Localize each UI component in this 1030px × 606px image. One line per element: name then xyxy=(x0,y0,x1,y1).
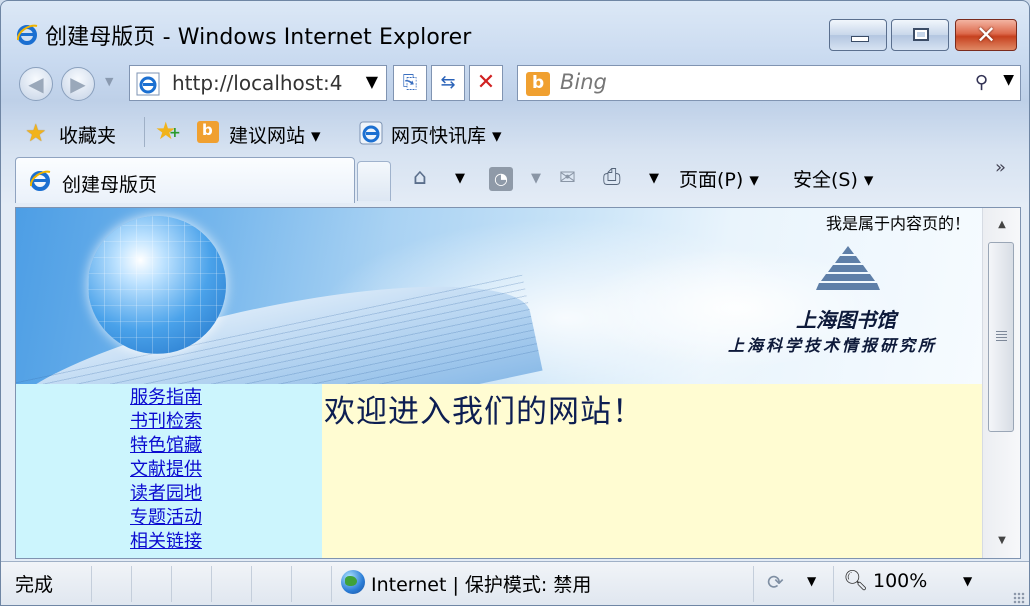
window-title: 创建母版页 - Windows Internet Explorer xyxy=(45,25,472,50)
accelerator-icon[interactable]: ⟳ xyxy=(767,570,784,594)
web-slice-gallery-button[interactable]: 网页快讯库 ▾ xyxy=(391,121,502,148)
nav-list-item: 特色馆藏 xyxy=(130,434,202,458)
search-options-dropdown[interactable]: ▼ xyxy=(1003,72,1014,88)
maximize-button[interactable] xyxy=(891,19,949,51)
print-dropdown[interactable]: ▼ xyxy=(649,171,659,186)
favorites-button[interactable]: 收藏夹 xyxy=(59,121,116,148)
globe-icon xyxy=(341,570,365,594)
header-banner: 我是属于内容页的！ 上海图书馆 上海科学技术情报研究所 xyxy=(16,208,982,384)
suggested-sites-button[interactable]: 建议网站 ▾ xyxy=(229,121,321,148)
home-icon[interactable]: ⌂ xyxy=(413,165,427,190)
nav-link[interactable]: 专题活动 xyxy=(130,506,202,530)
minimize-icon xyxy=(851,36,869,42)
address-dropdown-icon[interactable]: ▼ xyxy=(366,72,378,91)
library-logo-icon xyxy=(816,246,880,290)
accelerator-dropdown[interactable]: ▼ xyxy=(807,574,816,588)
search-box[interactable]: Bing ⚲ ▼ xyxy=(517,65,1021,101)
refresh-button[interactable]: ⇆ xyxy=(431,65,465,101)
institute-name: 上海科学技术情报研究所 xyxy=(728,336,938,355)
rss-icon[interactable]: ◔ xyxy=(489,167,513,191)
nav-list-item: 书刊检索 xyxy=(130,410,202,434)
search-input[interactable]: Bing xyxy=(560,70,607,94)
new-tab-button[interactable] xyxy=(357,161,391,201)
tab-active[interactable]: 创建母版页 xyxy=(15,157,355,203)
recent-pages-dropdown[interactable]: ▼ xyxy=(105,75,113,88)
address-url[interactable]: http://localhost:4 xyxy=(172,71,352,95)
title-bar: 创建母版页 - Windows Internet Explorer ✕ xyxy=(1,1,1029,65)
nav-list-item: 专题活动 xyxy=(130,506,202,530)
nav-list-item: 读者园地 xyxy=(130,482,202,506)
site-nav-list: 服务指南 书刊检索 特色馆藏 文献提供 读者园地 专题活动 相关链接 xyxy=(130,386,202,554)
status-text: 完成 xyxy=(15,574,54,596)
scroll-grip-icon xyxy=(996,331,1007,341)
stop-button[interactable]: ✕ xyxy=(469,65,503,101)
mail-icon[interactable]: ✉ xyxy=(559,165,576,189)
left-sidebar: 服务指南 书刊检索 特色馆藏 文献提供 读者园地 专题活动 相关链接 xyxy=(16,384,322,558)
add-to-favorites-icon[interactable]: ★ xyxy=(155,117,180,145)
printer-icon[interactable]: ⎙ xyxy=(603,165,621,190)
status-bar: 完成 Internet | 保护模式: 禁用 ⟳ ▼ 🔍︎ 100% ▼ xyxy=(1,561,1029,605)
vertical-scrollbar[interactable]: ▲ ▼ xyxy=(982,208,1020,558)
address-bar[interactable]: http://localhost:4 ▼ xyxy=(129,65,387,101)
content-page-note: 我是属于内容页的！ xyxy=(825,214,970,233)
favorites-separator xyxy=(144,117,145,147)
ie-logo-icon xyxy=(16,24,38,45)
nav-link[interactable]: 特色馆藏 xyxy=(130,434,202,458)
compatibility-view-button[interactable]: ⎘ xyxy=(393,65,427,101)
browser-window: 创建母版页 - Windows Internet Explorer ✕ ◀ ▶ … xyxy=(0,0,1030,606)
nav-link[interactable]: 相关链接 xyxy=(130,530,202,554)
back-arrow-icon: ◀ xyxy=(28,72,44,96)
search-icon[interactable]: ⚲ xyxy=(975,72,988,93)
safety-menu-button[interactable]: 安全(S) ▾ xyxy=(793,165,873,192)
bing-icon xyxy=(526,72,550,96)
nav-list-item: 文献提供 xyxy=(130,458,202,482)
home-dropdown[interactable]: ▼ xyxy=(455,171,465,186)
main-content: 欢迎进入我们的网站！ xyxy=(322,384,982,558)
ie-logo-icon xyxy=(359,121,383,145)
chevron-more-icon[interactable]: » xyxy=(995,157,1006,178)
suggested-sites-icon xyxy=(197,121,219,143)
resize-grip-icon[interactable] xyxy=(1013,592,1025,604)
zoom-dropdown[interactable]: ▼ xyxy=(963,574,972,588)
nav-list-item: 服务指南 xyxy=(130,386,202,410)
tab-label: 创建母版页 xyxy=(62,174,158,196)
scroll-up-icon[interactable]: ▲ xyxy=(983,212,1020,238)
scroll-down-icon[interactable]: ▼ xyxy=(983,528,1020,554)
maximize-icon xyxy=(913,28,929,41)
ie-logo-icon xyxy=(29,170,51,191)
feeds-dropdown[interactable]: ▼ xyxy=(531,171,541,186)
favorites-bar: ★ 收藏夹 ★ 建议网站 ▾ 网页快讯库 ▾ xyxy=(1,109,1029,153)
security-zone[interactable]: Internet | 保护模式: 禁用 xyxy=(371,570,591,597)
nav-link[interactable]: 读者园地 xyxy=(130,482,202,506)
back-button[interactable]: ◀ xyxy=(19,67,53,101)
forward-button[interactable]: ▶ xyxy=(61,67,95,101)
forward-arrow-icon: ▶ xyxy=(70,72,86,96)
minimize-button[interactable] xyxy=(829,19,887,51)
nav-link[interactable]: 文献提供 xyxy=(130,458,202,482)
nav-link[interactable]: 书刊检索 xyxy=(130,410,202,434)
ie-page-icon xyxy=(136,72,160,96)
zoom-icon[interactable]: 🔍︎ xyxy=(843,568,868,592)
star-icon: ★ xyxy=(25,119,47,147)
close-button[interactable]: ✕ xyxy=(955,19,1017,51)
nav-link[interactable]: 服务指南 xyxy=(130,386,202,410)
scrollbar-thumb[interactable] xyxy=(988,242,1014,432)
globe-image xyxy=(88,216,226,354)
zoom-level[interactable]: 100% xyxy=(873,570,927,592)
page-viewport: 我是属于内容页的！ 上海图书馆 上海科学技术情报研究所 服务指南 书刊检索 特色馆藏… xyxy=(15,207,1021,559)
library-name: 上海图书馆 xyxy=(796,308,896,332)
nav-list-item: 相关链接 xyxy=(130,530,202,554)
page-menu-button[interactable]: 页面(P) ▾ xyxy=(679,165,759,192)
welcome-heading: 欢迎进入我们的网站！ xyxy=(324,394,644,430)
close-icon: ✕ xyxy=(975,21,997,49)
